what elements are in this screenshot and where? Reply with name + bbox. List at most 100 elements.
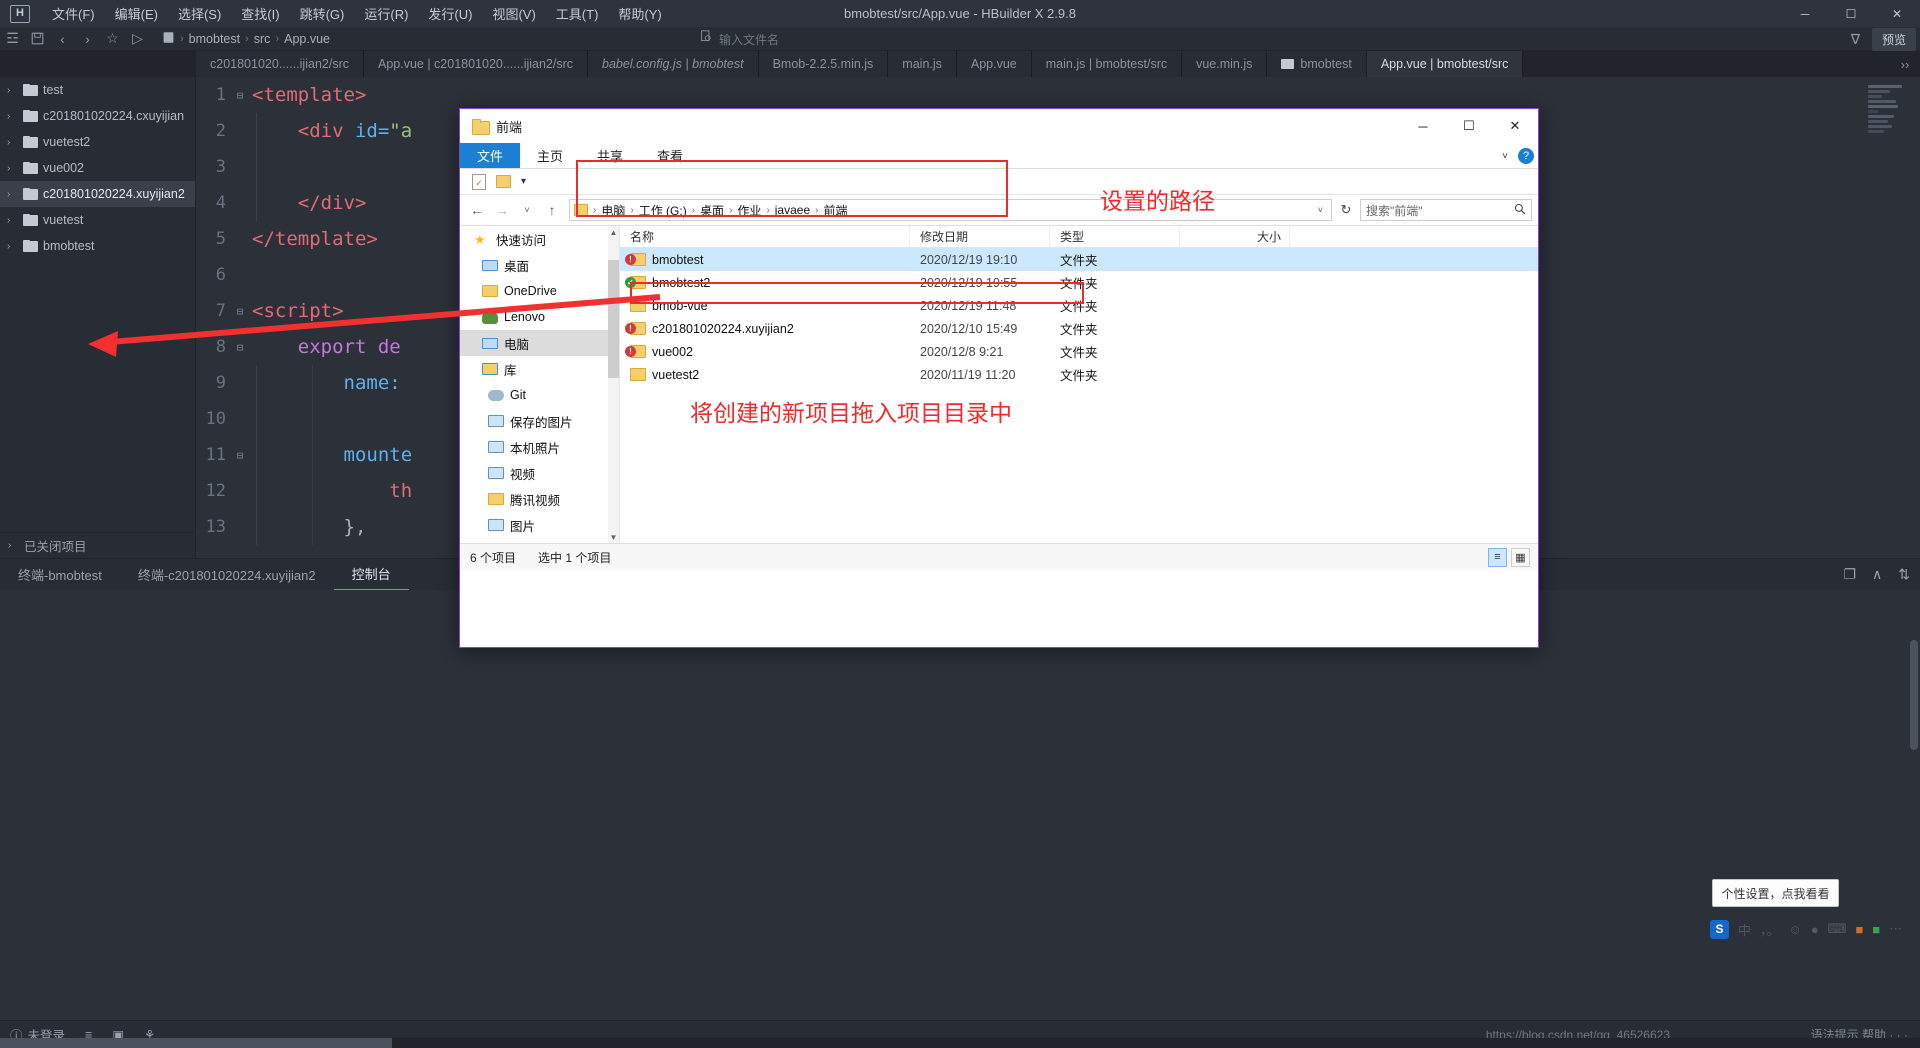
preview-button[interactable]: 预览 xyxy=(1871,27,1916,51)
column-header-type[interactable]: 类型 xyxy=(1050,225,1180,248)
menu-icon[interactable]: ⋯ xyxy=(1889,921,1902,937)
back-icon[interactable]: ‹ xyxy=(50,28,75,50)
menu-item-tools[interactable]: 工具(T) xyxy=(546,1,609,26)
file-row[interactable]: ! c201801020224.xuyijian2 2020/12/10 15:49… xyxy=(620,317,1538,340)
file-row[interactable]: bmob-vue 2020/12/19 11:48 文件夹 xyxy=(620,294,1538,317)
file-explorer-window[interactable]: 前端 ─ ☐ ✕ 文件 主页 共享 查看 ˅ ? ✓ ▾ ← → ˅ ↑ › 电… xyxy=(459,108,1539,648)
chevron-down-icon[interactable]: ˅ xyxy=(1318,205,1327,215)
favorite-icon[interactable]: ☆ xyxy=(100,28,125,50)
fold-icon[interactable]: ⊟ xyxy=(232,449,248,462)
tree-item-vuetest2[interactable]: › vuetest2 xyxy=(0,129,195,155)
ribbon-tab-home[interactable]: 主页 xyxy=(520,143,580,168)
closed-projects-row[interactable]: › 已关闭项目 xyxy=(0,532,196,558)
run-icon[interactable]: ▷ xyxy=(125,28,150,50)
column-header-name[interactable]: 名称 xyxy=(620,225,910,248)
properties-icon[interactable]: ✓ xyxy=(472,173,486,190)
fold-icon[interactable]: ⊟ xyxy=(232,305,248,318)
file-row[interactable]: ! bmobtest 2020/12/19 19:10 文件夹 xyxy=(620,248,1538,271)
fold-icon[interactable]: ⊟ xyxy=(232,89,248,102)
nav-item-视频[interactable]: 视频 xyxy=(460,460,619,486)
console-tab-terminal-xuyijian2[interactable]: 终端-c201801020224.xuyijian2 xyxy=(120,559,334,591)
toolbox-icon[interactable]: ■ xyxy=(1855,922,1863,937)
nav-item-图片[interactable]: 图片 xyxy=(460,512,619,538)
save-icon[interactable] xyxy=(25,28,50,50)
nav-item-桌面[interactable]: 桌面 xyxy=(460,252,619,278)
menu-item-run[interactable]: 运行(R) xyxy=(354,1,418,26)
explorer-close-button[interactable]: ✕ xyxy=(1492,109,1538,143)
minimize-button[interactable]: ─ xyxy=(1782,0,1828,27)
personalization-tip[interactable]: 个性设置，点我看看 xyxy=(1712,879,1839,907)
tab-2[interactable]: babel.config.js | bmobtest xyxy=(588,51,759,77)
maximize-button[interactable]: ☐ xyxy=(1828,0,1874,27)
customize-qat-icon[interactable]: ▾ xyxy=(521,176,526,187)
nav-item-快速访问[interactable]: ★ 快速访问 xyxy=(460,226,619,252)
navigation-pane[interactable]: ★ 快速访问 桌面 OneDrive Lenovo 电脑库 Git 保存的图片 本机照片 视频 腾讯… xyxy=(460,226,620,543)
nav-item-库[interactable]: 库 xyxy=(460,356,619,382)
tree-item-test[interactable]: › test xyxy=(0,77,195,103)
address-bar[interactable]: › 电脑 › 工作 (G:) › 桌面 › 作业 › javaee › 前端 ˅ xyxy=(569,199,1332,221)
details-view-icon[interactable]: ≡ xyxy=(1488,547,1507,567)
tab-4[interactable]: main.js xyxy=(888,51,957,77)
help-icon[interactable]: ? xyxy=(1518,148,1534,164)
console-vertical-scrollbar[interactable] xyxy=(1910,640,1918,750)
keyboard-icon[interactable]: ⌨ xyxy=(1828,921,1847,937)
tab-overflow-icon[interactable]: ›› xyxy=(1890,51,1920,77)
expand-icon[interactable]: ⇅ xyxy=(1898,566,1910,583)
menu-item-find[interactable]: 查找(I) xyxy=(231,1,289,26)
tree-item-vuetest[interactable]: › vuetest xyxy=(0,207,195,233)
forward-icon[interactable]: → xyxy=(491,199,513,221)
nav-item-保存的图片[interactable]: 保存的图片 xyxy=(460,408,619,434)
search-input[interactable]: 搜索"前端" xyxy=(1360,199,1532,221)
console-output[interactable] xyxy=(0,590,1920,1020)
mic-icon[interactable]: ● xyxy=(1811,922,1819,937)
nav-scrollbar[interactable]: ▲ ▼ xyxy=(608,226,619,543)
recent-locations-icon[interactable]: ˅ xyxy=(516,199,538,221)
tab-3[interactable]: Bmob-2.2.5.min.js xyxy=(758,51,889,77)
explorer-minimize-button[interactable]: ─ xyxy=(1400,109,1446,143)
menu-item-select[interactable]: 选择(S) xyxy=(168,1,231,26)
menu-item-help[interactable]: 帮助(Y) xyxy=(608,1,671,26)
crumb-drive[interactable]: 工作 (G:) xyxy=(639,202,687,219)
forward-icon[interactable]: › xyxy=(75,28,100,50)
column-header-size[interactable]: 大小 xyxy=(1180,225,1290,248)
tree-item-xuyijian2[interactable]: › c201801020224.xuyijian2 xyxy=(0,181,195,207)
crumb-frontend[interactable]: 前端 xyxy=(823,202,847,219)
tab-1[interactable]: App.vue | c201801020......ijian2/src xyxy=(363,51,589,77)
menu-item-view[interactable]: 视图(V) xyxy=(482,1,545,26)
column-header-date[interactable]: 修改日期 xyxy=(910,225,1050,248)
breadcrumb-segment-src[interactable]: src xyxy=(254,32,271,46)
tab-7[interactable]: vue.min.js xyxy=(1182,51,1268,77)
editor-minimap[interactable] xyxy=(1862,77,1920,558)
tree-item-bmobtest[interactable]: › bmobtest xyxy=(0,233,195,259)
console-tab-console[interactable]: 控制台 xyxy=(333,559,409,591)
ime-mode-label[interactable]: 中 xyxy=(1738,920,1751,939)
tab-0[interactable]: c201801020......ijian2/src xyxy=(196,51,364,77)
up-icon[interactable]: ↑ xyxy=(541,199,563,221)
file-row[interactable]: vuetest2 2020/11/19 11:20 文件夹 xyxy=(620,363,1538,386)
new-folder-icon[interactable] xyxy=(496,175,511,188)
breadcrumb-segment-project[interactable]: bmobtest xyxy=(189,32,240,46)
scrollbar-thumb[interactable] xyxy=(0,1038,392,1048)
sogou-logo-icon[interactable]: S xyxy=(1710,919,1729,939)
large-icon-view-icon[interactable]: ▦ xyxy=(1511,547,1530,567)
panel-toggle-icon[interactable]: ☲ xyxy=(0,28,25,50)
new-terminal-icon[interactable]: ❐ xyxy=(1843,566,1856,583)
filename-search-box[interactable]: 输入文件名 xyxy=(700,29,940,49)
chevron-down-icon[interactable]: ˅ xyxy=(1502,151,1508,162)
nav-scrollbar-thumb[interactable] xyxy=(608,260,619,378)
crumb-desktop[interactable]: 桌面 xyxy=(700,202,724,219)
nav-item-电脑[interactable]: 电脑 xyxy=(460,330,619,356)
file-list-pane[interactable]: 名称 修改日期 类型 大小 ! bmobtest 2020/12/19 19:10 文… xyxy=(620,225,1538,543)
crumb-homework[interactable]: 作业 xyxy=(737,202,761,219)
nav-item-Git[interactable]: Git xyxy=(460,382,619,408)
file-row[interactable]: ✓ bmobtest2 2020/12/19 19:55 文件夹 xyxy=(620,271,1538,294)
explorer-maximize-button[interactable]: ☐ xyxy=(1446,109,1492,143)
tab-8-folder[interactable]: bmobtest xyxy=(1267,51,1367,77)
filter-icon[interactable]: ∇ xyxy=(1843,28,1868,50)
gear-icon[interactable]: ■ xyxy=(1872,922,1880,937)
collapse-icon[interactable]: ∧ xyxy=(1872,566,1882,583)
smiley-icon[interactable]: ☺ xyxy=(1789,922,1802,937)
back-icon[interactable]: ← xyxy=(466,199,488,221)
menu-item-publish[interactable]: 发行(U) xyxy=(418,1,482,26)
file-row[interactable]: ! vue002 2020/12/8 9:21 文件夹 xyxy=(620,340,1538,363)
